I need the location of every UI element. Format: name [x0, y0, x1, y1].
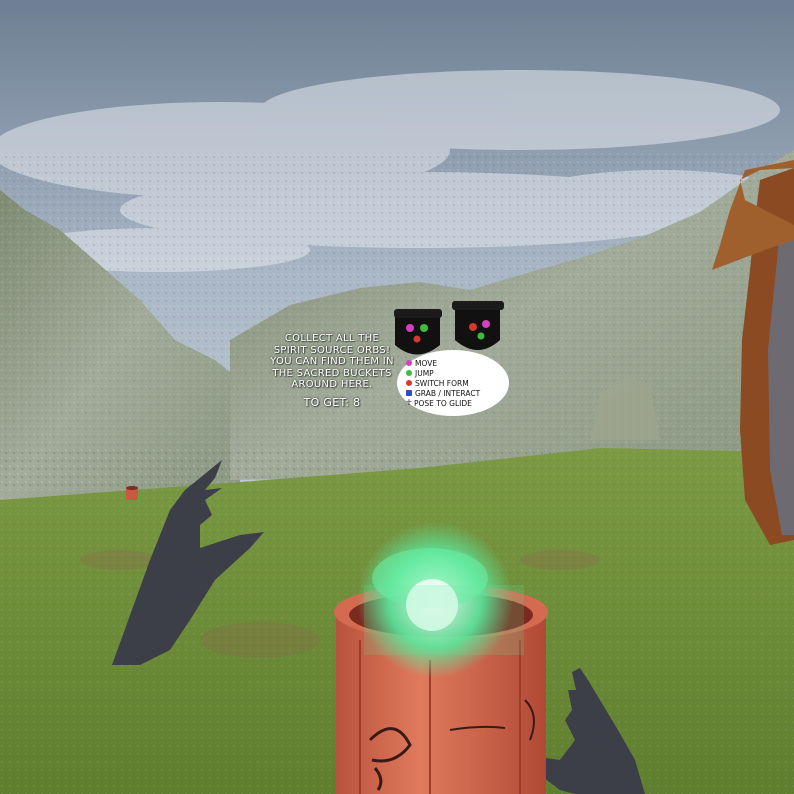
control-label: Pose to Glide: [413, 398, 472, 408]
instruction-line: Spirit Source Orbs!: [273, 344, 391, 356]
ankh-icon: ☥: [406, 398, 412, 407]
goal-counter: To get: 8: [262, 395, 402, 409]
control-grab: Grab / Interact: [406, 388, 506, 398]
instruction-line: Collect all the: [284, 333, 380, 344]
dot-icon: [406, 380, 412, 386]
control-switch-form: Switch Form: [406, 378, 506, 388]
controller-right-icon: [452, 301, 504, 350]
dot-icon: [406, 360, 412, 366]
goal-count: 8: [353, 395, 361, 409]
controls-legend: Move Jump Switch Form Grab / Interact ☥ P…: [406, 358, 506, 408]
control-jump: Jump: [406, 368, 506, 378]
control-glide: ☥ Pose to Glide: [406, 398, 506, 408]
goal-label: To get:: [303, 395, 350, 409]
control-label: Switch Form: [415, 378, 469, 388]
control-label: Move: [415, 358, 438, 368]
control-label: Jump: [415, 368, 434, 378]
control-move: Move: [406, 358, 506, 368]
control-label: Grab / Interact: [415, 388, 481, 398]
instruction-line: the sacred buckets: [272, 367, 392, 379]
distant-bucket[interactable]: [126, 486, 138, 500]
instruction-line: You can find them in: [270, 356, 394, 367]
objective-text: Collect all the Spirit Source Orbs! You …: [262, 333, 402, 408]
dot-icon: [406, 370, 412, 376]
instruction-line: around here.: [291, 379, 373, 390]
square-icon: [406, 390, 412, 396]
